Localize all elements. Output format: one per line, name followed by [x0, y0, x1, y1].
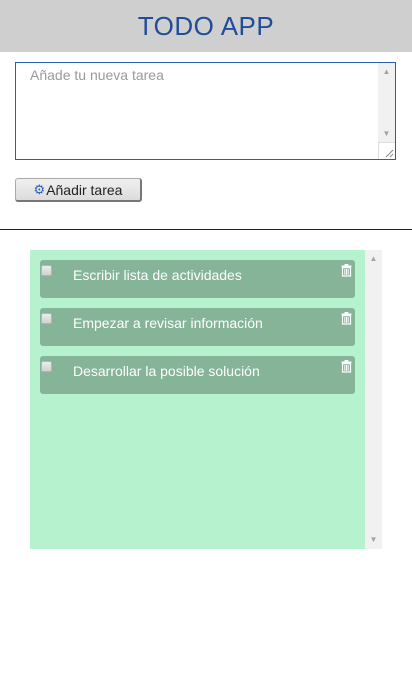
- task-label: Empezar a revisar información: [73, 315, 263, 331]
- trash-icon[interactable]: [341, 312, 352, 325]
- app-header: TODO APP: [0, 0, 412, 52]
- resize-handle-icon[interactable]: [378, 142, 395, 159]
- task-checkbox[interactable]: [41, 361, 52, 372]
- add-task-button-label: Añadir tarea: [46, 181, 123, 198]
- task-item: Escribir lista de actividades: [40, 260, 355, 298]
- scroll-up-arrow-icon[interactable]: ▲: [378, 65, 395, 79]
- divider: [0, 229, 412, 230]
- app-title: TODO APP: [137, 10, 275, 41]
- trash-icon[interactable]: [341, 264, 352, 277]
- add-task-button[interactable]: ⚙ Añadir tarea: [15, 178, 142, 202]
- task-item: Desarrollar la posible solución: [40, 356, 355, 394]
- scroll-down-arrow-icon[interactable]: ▼: [378, 127, 395, 141]
- task-label: Desarrollar la posible solución: [73, 363, 260, 379]
- task-list-scrollbar[interactable]: ▲ ▼: [365, 250, 382, 549]
- new-task-input[interactable]: [16, 63, 380, 159]
- task-item: Empezar a revisar información: [40, 308, 355, 346]
- task-label: Escribir lista de actividades: [73, 267, 242, 283]
- trash-icon[interactable]: [341, 360, 352, 373]
- scroll-up-arrow-icon[interactable]: ▲: [365, 252, 382, 266]
- task-list: Escribir lista de actividades Empezar a …: [30, 250, 365, 549]
- task-checkbox[interactable]: [41, 313, 52, 324]
- gear-icon: ⚙: [33, 182, 46, 197]
- new-task-field-container: ▲ ▼: [15, 62, 396, 160]
- scroll-down-arrow-icon[interactable]: ▼: [365, 533, 382, 547]
- task-checkbox[interactable]: [41, 265, 52, 276]
